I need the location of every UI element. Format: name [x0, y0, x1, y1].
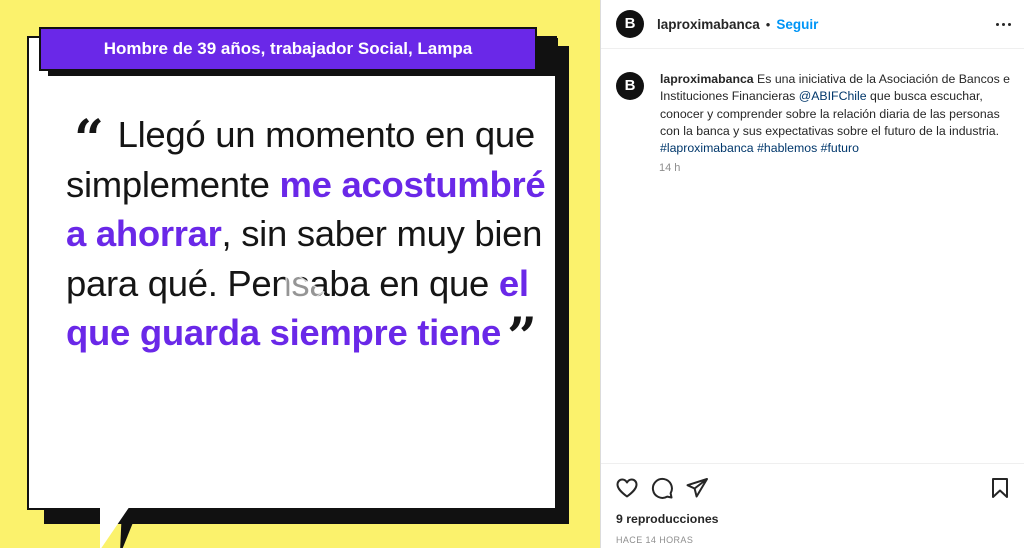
- actions-divider: [601, 463, 1024, 464]
- hashtag-link-3[interactable]: #futuro: [821, 141, 859, 155]
- action-bar: [615, 476, 1011, 500]
- avatar-letter: B: [624, 14, 636, 32]
- hashtag-link-1[interactable]: #laproximabanca: [660, 141, 754, 155]
- caption-timestamp[interactable]: 14 h: [659, 162, 680, 174]
- comment-icon[interactable]: [650, 476, 674, 500]
- speech-tail: [100, 506, 130, 548]
- username-link[interactable]: laproximabanca: [657, 17, 760, 32]
- views-count[interactable]: 9 reproducciones: [616, 512, 719, 526]
- post-header: B laproximabanca • Seguir: [601, 0, 1024, 49]
- mention-link[interactable]: @ABIFChile: [799, 89, 867, 103]
- hashtag-link-2[interactable]: #hablemos: [757, 141, 817, 155]
- caption: B laproximabanca Es una iniciativa de la…: [616, 71, 1021, 157]
- posted-time[interactable]: HACE 14 HORAS: [616, 535, 693, 545]
- caption-author-link[interactable]: laproximabanca: [660, 72, 754, 86]
- banner-text: Hombre de 39 años, trabajador Social, La…: [103, 39, 473, 58]
- open-quote-mark: “: [74, 109, 104, 170]
- follow-button[interactable]: Seguir: [776, 17, 818, 32]
- post-sidebar: B laproximabanca • Seguir B laproximaban…: [600, 0, 1024, 548]
- play-icon[interactable]: [272, 262, 332, 322]
- caption-avatar-letter: B: [624, 76, 636, 94]
- bookmark-icon[interactable]: [988, 476, 1012, 500]
- caption-body: laproximabanca Es una iniciativa de la A…: [660, 71, 1020, 157]
- close-quote-mark: ”: [507, 307, 537, 368]
- heart-icon[interactable]: [615, 476, 639, 500]
- caption-avatar[interactable]: B: [616, 72, 644, 100]
- separator-dot: •: [765, 16, 771, 32]
- post-media[interactable]: Hombre de 39 años, trabajador Social, La…: [0, 0, 600, 548]
- more-horizontal-icon[interactable]: [991, 12, 1015, 36]
- quote-banner: Hombre de 39 años, trabajador Social, La…: [39, 27, 537, 71]
- avatar[interactable]: B: [616, 10, 644, 38]
- share-icon[interactable]: [685, 476, 709, 500]
